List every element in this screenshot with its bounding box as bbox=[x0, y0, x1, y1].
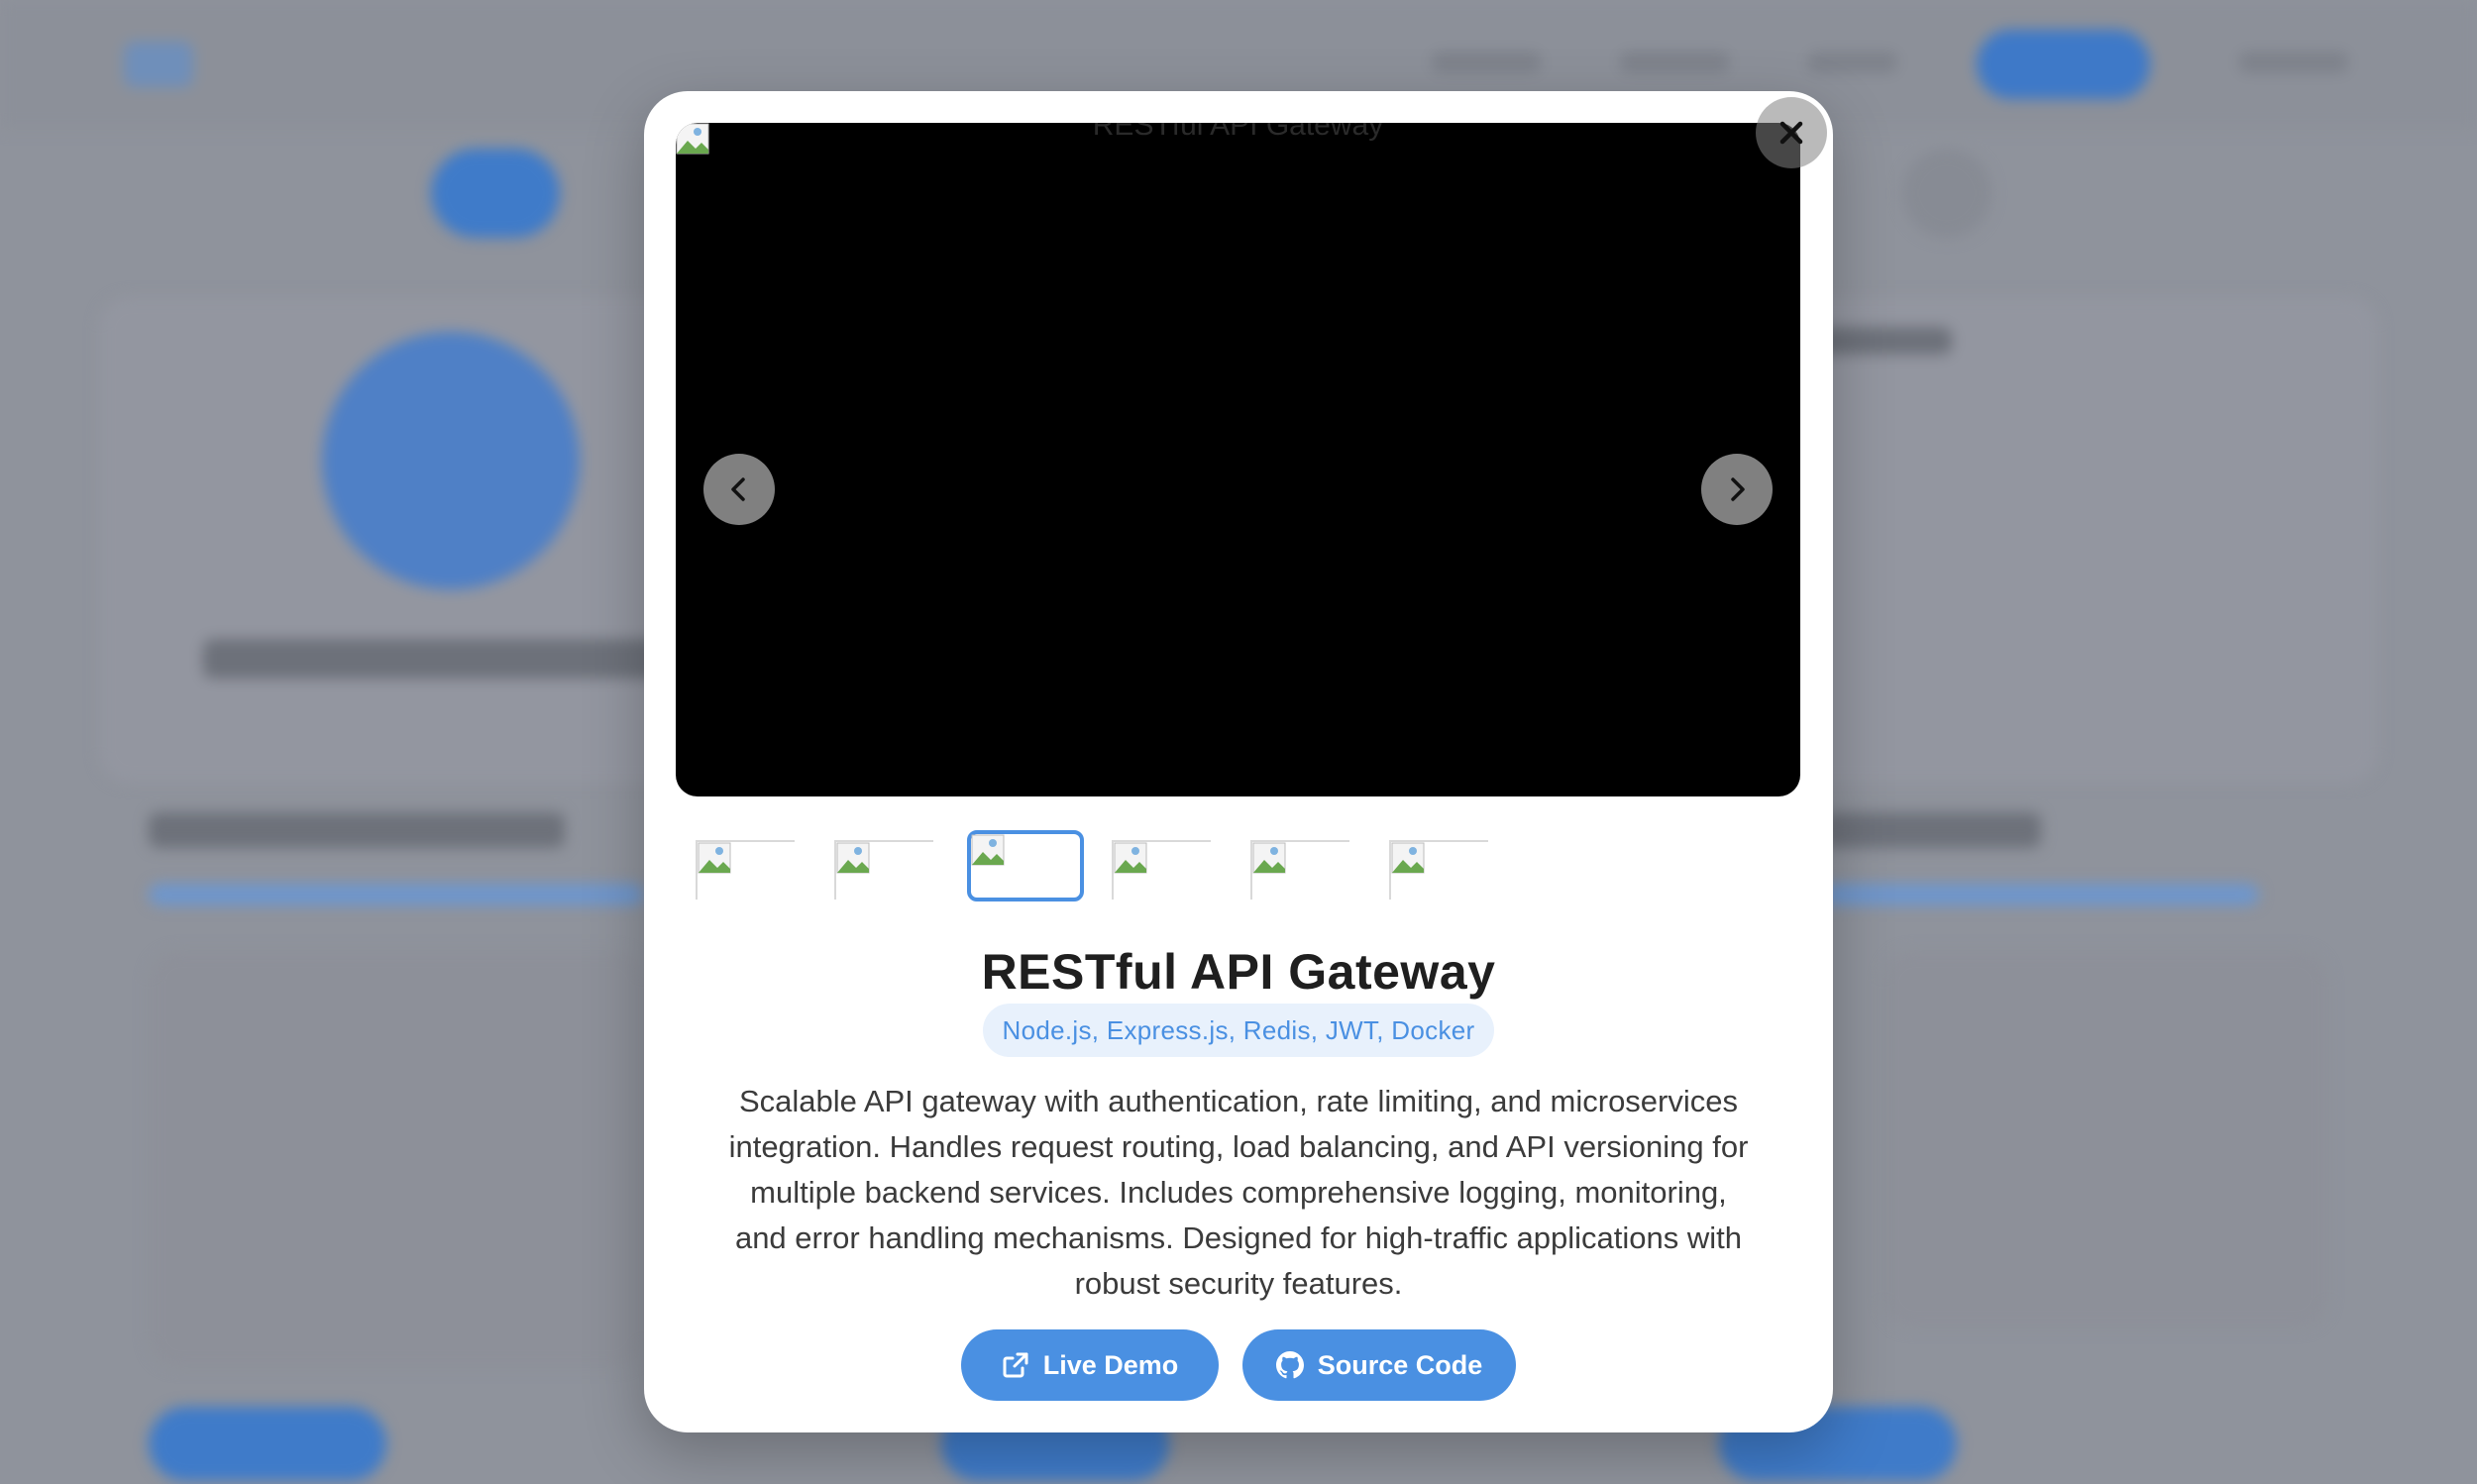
broken-image-icon bbox=[971, 834, 1005, 866]
broken-image-icon bbox=[1391, 842, 1425, 874]
broken-image-icon bbox=[836, 842, 870, 874]
background-progress-line bbox=[149, 884, 644, 905]
github-icon bbox=[1275, 1351, 1304, 1379]
thumbnail[interactable] bbox=[1250, 840, 1349, 900]
external-link-icon bbox=[1003, 1352, 1028, 1378]
broken-image-icon bbox=[698, 842, 731, 874]
background-card bbox=[149, 951, 644, 1367]
thumbnail[interactable] bbox=[1112, 840, 1211, 900]
background-nav-item bbox=[1808, 52, 1897, 73]
tech-stack-badge: Node.js, Express.js, Redis, JWT, Docker bbox=[983, 1004, 1494, 1057]
background-logo bbox=[124, 42, 193, 87]
source-code-label: Source Code bbox=[1317, 1349, 1483, 1380]
background-filter-pill bbox=[1902, 149, 1992, 238]
chevron-right-icon bbox=[1731, 477, 1745, 501]
image-alt-text: RESTful API Gateway bbox=[1092, 123, 1384, 142]
source-code-button[interactable]: Source Code bbox=[1242, 1329, 1516, 1401]
background-nav-button bbox=[1977, 30, 2150, 99]
next-image-button[interactable] bbox=[1701, 454, 1773, 525]
previous-image-button[interactable] bbox=[703, 454, 775, 525]
thumbnail[interactable] bbox=[834, 840, 933, 900]
background-text-line bbox=[149, 812, 565, 848]
background-button bbox=[149, 1407, 386, 1481]
background-nav-item bbox=[2239, 52, 2348, 73]
project-title: RESTful API Gateway bbox=[981, 944, 1496, 1000]
background-text-line bbox=[1813, 327, 1952, 355]
broken-image-icon bbox=[676, 123, 709, 155]
project-description: Scalable API gateway with authentication… bbox=[728, 1084, 1749, 1301]
broken-image-icon bbox=[1252, 842, 1286, 874]
background-filter-pill bbox=[431, 149, 560, 238]
thumbnail-active[interactable] bbox=[967, 830, 1084, 901]
live-demo-label: Live Demo bbox=[1042, 1349, 1179, 1380]
background-avatar bbox=[322, 332, 580, 589]
thumbnail[interactable] bbox=[696, 840, 795, 900]
background-progress-line bbox=[1823, 884, 2259, 905]
broken-image-icon bbox=[1114, 842, 1147, 874]
background-nav-item bbox=[1432, 52, 1541, 73]
close-button[interactable] bbox=[1756, 97, 1827, 168]
background-text-line bbox=[203, 639, 679, 679]
background-text-line bbox=[1823, 812, 2041, 848]
background-card bbox=[1883, 951, 2328, 1327]
thumbnail[interactable] bbox=[1389, 840, 1488, 900]
image-viewer: RESTful API Gateway bbox=[676, 123, 1800, 796]
close-icon bbox=[1779, 121, 1803, 145]
project-modal: RESTful API Gateway RESTful API Gateway … bbox=[644, 91, 1833, 1432]
live-demo-button[interactable]: Live Demo bbox=[961, 1329, 1219, 1401]
background-nav-item bbox=[1620, 52, 1729, 73]
chevron-left-icon bbox=[731, 477, 745, 501]
